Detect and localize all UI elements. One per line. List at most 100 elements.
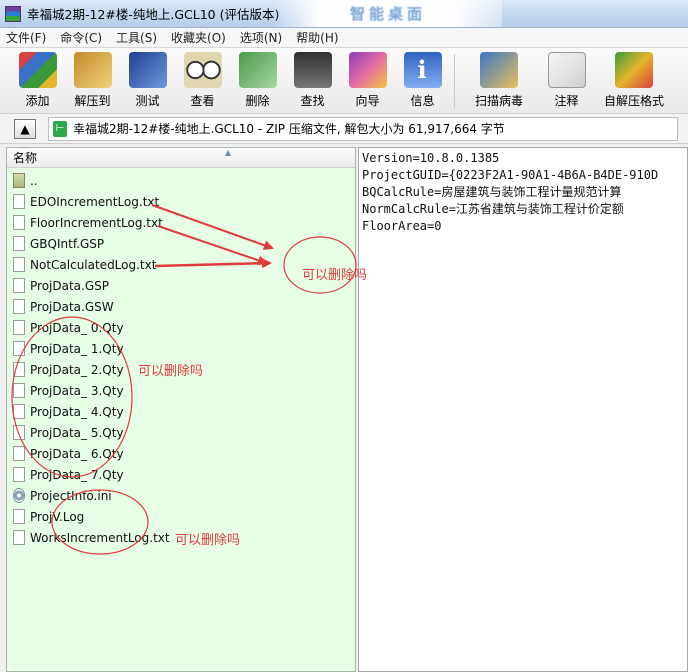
file-icon: [13, 341, 25, 356]
find-button-label: 查找: [300, 94, 325, 108]
virus-scan-icon: [480, 52, 518, 88]
preview-line-version: Version=10.8.0.1385: [362, 151, 500, 165]
add-button-label: 添加: [25, 94, 50, 108]
file-row[interactable]: ProjData_ 5.Qty: [7, 422, 355, 443]
sort-ascending-icon: ▲: [225, 148, 232, 157]
file-icon: [13, 509, 25, 524]
wizard-button-label: 向导: [355, 94, 380, 108]
title-bar: 幸福城2期-12#楼-纯地上.GCL10 (评估版本) 智能桌面: [0, 0, 688, 28]
extract-to-icon: [73, 52, 112, 88]
file-name: EDOIncrementLog.txt: [30, 194, 160, 209]
extract-to-button[interactable]: 解压到: [65, 52, 120, 112]
file-name: ProjData_ 1.Qty: [30, 341, 124, 356]
file-row[interactable]: ProjData_ 0.Qty: [7, 317, 355, 338]
wizard-button[interactable]: 向导: [340, 52, 395, 112]
menu-options[interactable]: 选项(N): [240, 29, 282, 46]
file-list: .. EDOIncrementLog.txt FloorIncrementLog.t…: [7, 168, 355, 548]
name-column-header[interactable]: 名称 ▲: [7, 148, 355, 168]
file-name: ProjData_ 7.Qty: [30, 467, 124, 482]
file-icon: [13, 467, 25, 482]
file-icon: [13, 278, 25, 293]
file-icon: [13, 425, 25, 440]
test-button[interactable]: 测试: [120, 52, 175, 112]
test-button-label: 测试: [135, 94, 160, 108]
sfx-icon: [615, 52, 653, 88]
file-icon: [13, 194, 25, 209]
file-row[interactable]: ProjectInfo.ini: [7, 485, 355, 506]
delete-icon: [238, 52, 277, 88]
test-icon: [128, 52, 167, 88]
view-button[interactable]: 查看: [175, 52, 230, 112]
winrar-app-icon: [5, 5, 21, 22]
file-row[interactable]: ProjData_ 3.Qty: [7, 380, 355, 401]
file-row[interactable]: FloorIncrementLog.txt: [7, 212, 355, 233]
file-row[interactable]: GBQIntf.GSP: [7, 233, 355, 254]
file-name: ProjData_ 0.Qty: [30, 320, 124, 335]
comment-button[interactable]: 注释: [539, 52, 594, 112]
wizard-icon: [348, 52, 387, 88]
file-row[interactable]: ..: [7, 170, 355, 191]
delete-button-label: 删除: [245, 94, 270, 108]
file-row[interactable]: EDOIncrementLog.txt: [7, 191, 355, 212]
address-bar: ▲ ⊢ 幸福城2期-12#楼-纯地上.GCL10 - ZIP 压缩文件, 解包大…: [0, 114, 688, 144]
address-field[interactable]: ⊢ 幸福城2期-12#楼-纯地上.GCL10 - ZIP 压缩文件, 解包大小为…: [48, 116, 678, 141]
menu-commands[interactable]: 命令(C): [60, 29, 102, 46]
file-name: FloorIncrementLog.txt: [30, 215, 163, 230]
file-name: GBQIntf.GSP: [30, 236, 105, 251]
comment-icon: [547, 52, 586, 88]
menu-tools[interactable]: 工具(S): [116, 29, 157, 46]
file-name: NotCalculatedLog.txt: [30, 257, 157, 272]
file-name: ProjData_ 3.Qty: [30, 383, 124, 398]
delete-button[interactable]: 删除: [230, 52, 285, 112]
file-row[interactable]: ProjData_ 1.Qty: [7, 338, 355, 359]
up-folder-button[interactable]: ▲: [14, 118, 36, 139]
sfx-button-label: 自解压格式: [603, 94, 664, 108]
window-title: 幸福城2期-12#楼-纯地上.GCL10 (评估版本): [27, 7, 280, 22]
add-archive-icon: [18, 52, 57, 88]
file-preview-pane[interactable]: Version=10.8.0.1385 ProjectGUID={0223F2A…: [358, 147, 688, 672]
file-list-pane: 名称 ▲ .. EDOIncrementLog.txt FloorIncrement…: [6, 147, 356, 672]
find-button[interactable]: 查找: [285, 52, 340, 112]
view-button-label: 查看: [190, 94, 215, 108]
sfx-button[interactable]: 自解压格式: [594, 52, 674, 112]
parent-folder-icon: [13, 173, 25, 188]
menu-favorites[interactable]: 收藏夹(O): [171, 29, 226, 46]
file-row[interactable]: ProjData.GSW: [7, 296, 355, 317]
file-row[interactable]: ProjData_ 6.Qty: [7, 443, 355, 464]
file-icon: [13, 236, 25, 251]
file-row[interactable]: ProjData_ 7.Qty: [7, 464, 355, 485]
file-name: ..: [30, 173, 38, 188]
title-overlay-graphic: 智能桌面: [272, 0, 502, 27]
preview-line-normcalcrule: NormCalcRule=江苏省建筑与装饰工程计价定额: [362, 202, 624, 216]
virus-scan-button[interactable]: 扫描病毒: [459, 52, 539, 112]
info-icon: [403, 52, 442, 88]
preview-line-bqcalcrule: BQCalcRule=房屋建筑与装饰工程计量规范计算: [362, 185, 622, 199]
menu-help[interactable]: 帮助(H): [296, 29, 338, 46]
add-button[interactable]: 添加: [10, 52, 65, 112]
file-name: WorksIncrementLog.txt: [30, 530, 170, 545]
file-icon: [13, 383, 25, 398]
virus-scan-button-label: 扫描病毒: [474, 94, 523, 108]
file-name: ProjV.Log: [30, 509, 85, 524]
zip-archive-icon: ⊢: [53, 120, 67, 137]
file-name: ProjData.GSP: [30, 278, 109, 293]
file-name: ProjData_ 2.Qty: [30, 362, 124, 377]
file-row[interactable]: ProjV.Log: [7, 506, 355, 527]
comment-button-label: 注释: [554, 94, 579, 108]
menu-bar: 文件(F) 命令(C) 工具(S) 收藏夹(O) 选项(N) 帮助(H): [0, 28, 688, 48]
file-name: ProjData.GSW: [30, 299, 114, 314]
file-icon: [13, 446, 25, 461]
preview-line-guid: ProjectGUID={0223F2A1-90A1-4B6A-B4DE-910…: [362, 168, 659, 182]
info-button[interactable]: 信息: [395, 52, 450, 112]
name-column-label: 名称: [13, 151, 38, 165]
annotation-note-middle: 可以删除吗: [138, 364, 204, 379]
up-folder-icon: ▲: [20, 121, 30, 136]
address-text: 幸福城2期-12#楼-纯地上.GCL10 - ZIP 压缩文件, 解包大小为 6…: [73, 122, 505, 136]
file-icon: [13, 299, 25, 314]
menu-file[interactable]: 文件(F): [6, 29, 46, 46]
view-icon: [183, 52, 222, 88]
file-row[interactable]: ProjData_ 4.Qty: [7, 401, 355, 422]
file-icon: [13, 362, 25, 377]
annotation-note-top: 可以删除吗: [302, 268, 368, 283]
info-button-label: 信息: [410, 94, 435, 108]
